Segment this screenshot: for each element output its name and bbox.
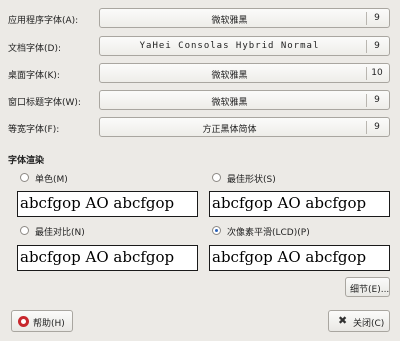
document-font-size: 9 [374,41,380,51]
document-font-name: YaHei Consolas Hybrid Normal [139,41,320,51]
preview-text: abcfgop AO abcfgop [20,194,175,212]
separator [366,67,367,80]
details-button[interactable]: 细节(E)... [345,277,390,297]
window-title-font-button[interactable]: 微软雅黑 9 [99,90,390,110]
desktop-font-label: 桌面字体(K): [8,71,60,81]
radio-button[interactable] [20,173,29,182]
monospace-font-name: 方正黑体简体 [202,125,257,135]
close-icon: ✖ [338,314,348,327]
application-font-button[interactable]: 微软雅黑 9 [99,8,390,28]
monospace-font-size: 9 [374,122,380,132]
radio-subpixel-lcd-label: 次像素平滑(LCD)(P) [227,228,310,238]
preview-text: abcfgop AO abcfgop [212,194,367,212]
separator [366,94,367,107]
radio-button-checked[interactable] [212,226,221,235]
preview-text: abcfgop AO abcfgop [20,248,175,266]
desktop-font-button[interactable]: 微软雅黑 10 [99,63,390,83]
window-title-font-label: 窗口标题字体(W): [8,98,81,108]
font-row-monospace: 等宽字体(F): 方正黑体简体 9 [0,117,400,139]
monospace-font-button[interactable]: 方正黑体简体 9 [99,117,390,137]
desktop-font-name: 微软雅黑 [211,71,248,81]
window-title-font-name: 微软雅黑 [211,98,248,108]
font-row-desktop: 桌面字体(K): 微软雅黑 10 [0,63,400,85]
close-button-label: 关闭(C) [353,319,385,329]
radio-monochrome-label: 单色(M) [35,175,68,185]
preview-best-contrast[interactable]: abcfgop AO abcfgop [17,245,198,271]
details-button-label: 细节(E)... [350,285,390,295]
preview-best-shapes[interactable]: abcfgop AO abcfgop [209,191,390,217]
help-button[interactable]: 帮助(H) [11,310,73,332]
radio-best-shapes-label: 最佳形状(S) [227,175,276,185]
separator [366,40,367,53]
font-row-application: 应用程序字体(A): 微软雅黑 9 [0,8,400,30]
document-font-label: 文档字体(D): [8,44,61,54]
application-font-size: 9 [374,13,380,23]
preview-monochrome[interactable]: abcfgop AO abcfgop [17,191,198,217]
radio-best-contrast-label: 最佳对比(N) [35,228,85,238]
help-icon [18,316,29,327]
document-font-button[interactable]: YaHei Consolas Hybrid Normal 9 [99,36,390,56]
preview-subpixel-lcd[interactable]: abcfgop AO abcfgop [209,245,390,271]
close-button[interactable]: ✖ 关闭(C) [328,310,390,332]
application-font-name: 微软雅黑 [211,16,248,26]
window-title-font-size: 9 [374,95,380,105]
radio-button[interactable] [20,226,29,235]
radio-button[interactable] [212,173,221,182]
separator [366,121,367,134]
desktop-font-size: 10 [371,68,383,78]
rendering-section-title: 字体渲染 [8,156,45,166]
preview-text: abcfgop AO abcfgop [212,248,367,266]
font-row-document: 文档字体(D): YaHei Consolas Hybrid Normal 9 [0,36,400,58]
application-font-label: 应用程序字体(A): [8,16,79,26]
help-button-label: 帮助(H) [33,319,65,329]
font-row-window-title: 窗口标题字体(W): 微软雅黑 9 [0,90,400,112]
monospace-font-label: 等宽字体(F): [8,125,60,135]
separator [366,12,367,25]
